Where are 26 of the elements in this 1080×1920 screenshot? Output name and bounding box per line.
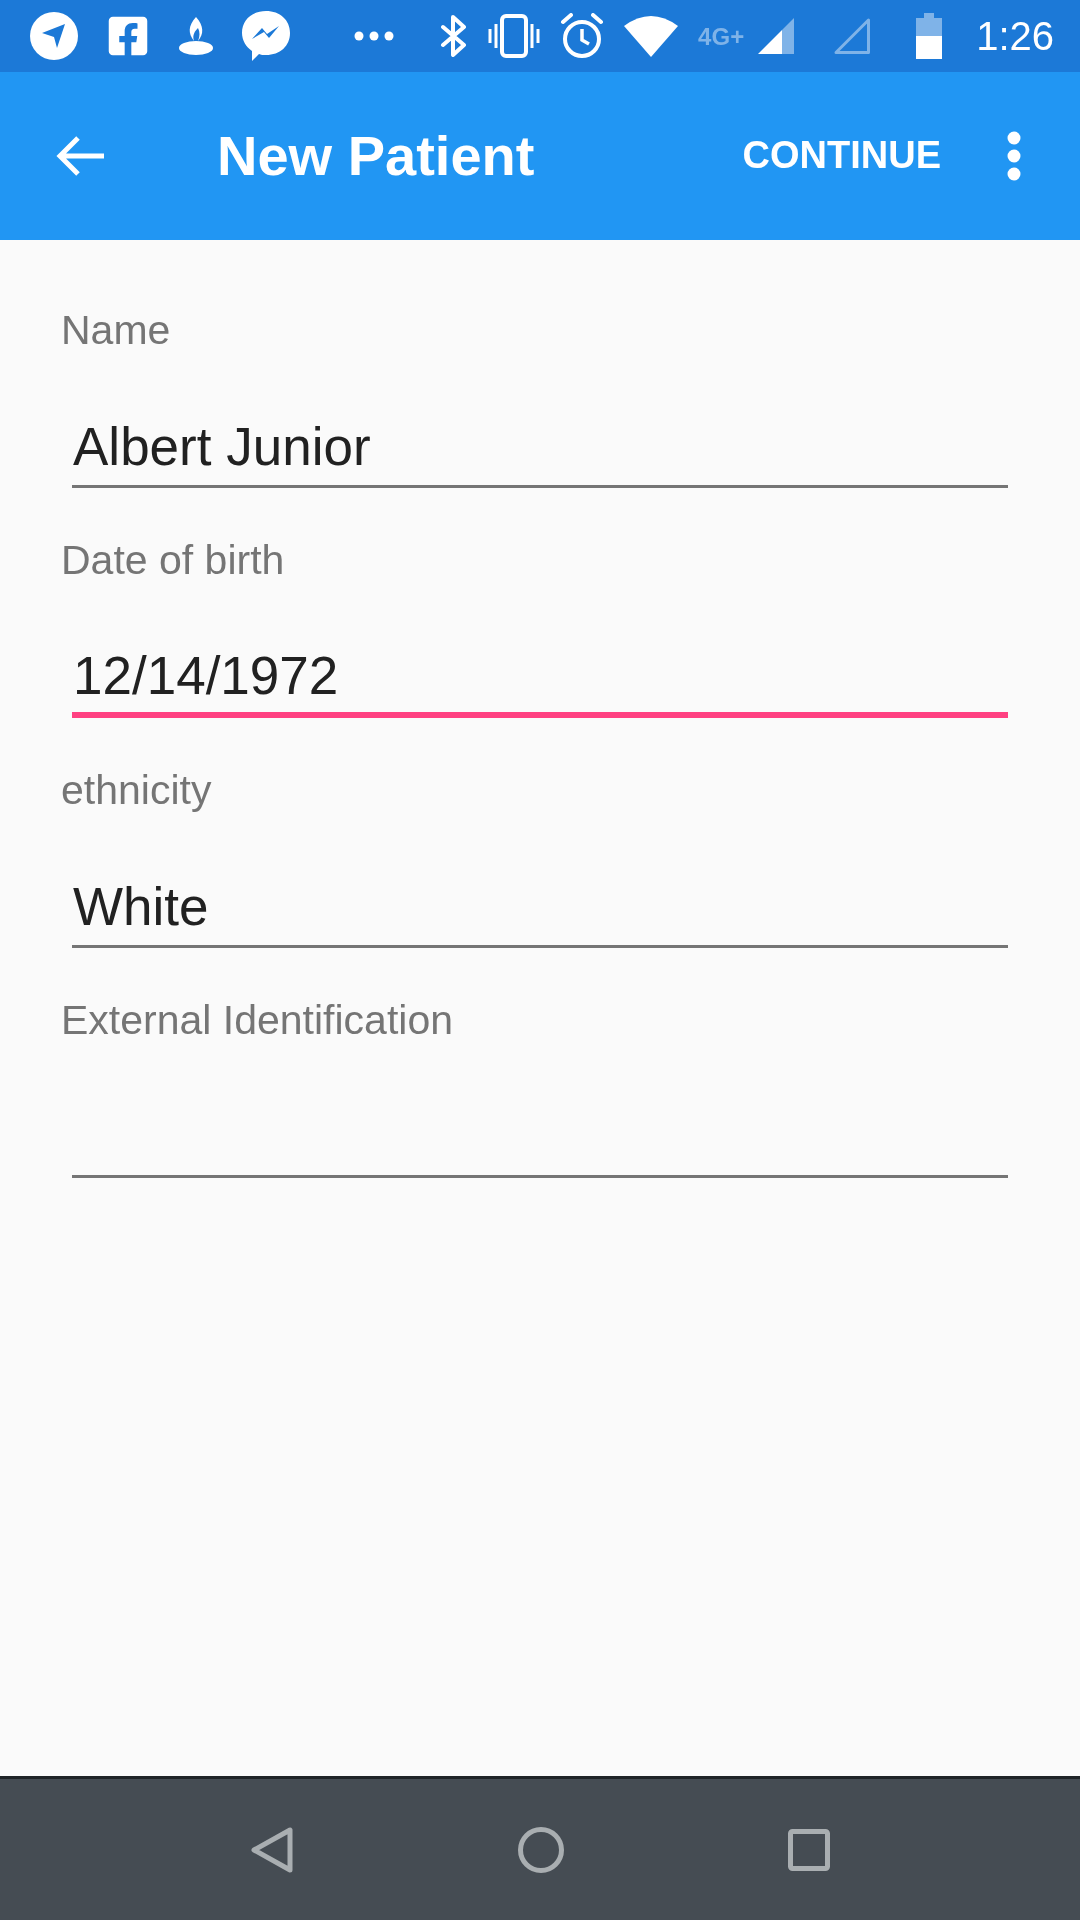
field-label: Name	[61, 306, 172, 355]
more-dots-icon	[354, 31, 394, 41]
input-field[interactable]: Albert Junior	[72, 408, 1008, 488]
chat-bubble-icon	[242, 11, 290, 61]
field-label: ethnicity	[61, 766, 213, 815]
bluetooth-icon	[440, 15, 469, 57]
input-field[interactable]: 12/14/1972	[72, 638, 1008, 718]
more-options-icon[interactable]	[1007, 131, 1021, 181]
wifi-icon	[624, 15, 679, 57]
screen-title: New Patient	[217, 123, 536, 190]
battery-icon	[916, 13, 943, 59]
signal-icon	[834, 18, 871, 54]
field-label: External Identification	[61, 996, 454, 1045]
field-label: Date of birth	[61, 536, 286, 585]
network-type-label: 4G+	[698, 25, 745, 49]
input-field[interactable]: White	[72, 868, 1008, 948]
status-time: 1:26	[976, 16, 1054, 56]
back-icon[interactable]	[250, 1825, 294, 1874]
home-icon[interactable]	[518, 1826, 564, 1873]
paper-plane-icon	[30, 12, 78, 60]
recent-apps-icon[interactable]	[788, 1828, 830, 1871]
signal-icon	[758, 18, 795, 54]
flame-icon	[178, 17, 214, 55]
alarm-clock-icon	[560, 13, 605, 59]
back-arrow-icon[interactable]	[56, 135, 106, 177]
vibrate-icon	[488, 14, 541, 58]
